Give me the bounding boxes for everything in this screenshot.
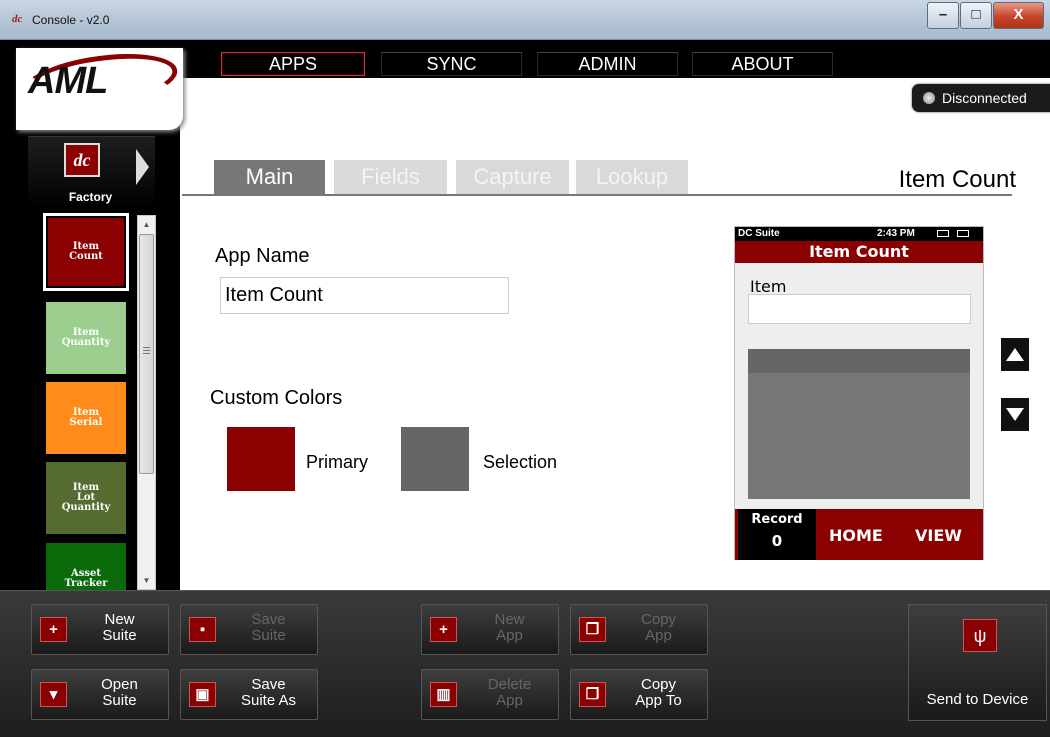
tile-scrollbar[interactable]: ▲ ▼ xyxy=(137,215,156,590)
copy-icon: ❐ xyxy=(579,617,606,642)
app-tile-item-count[interactable]: Item Count xyxy=(43,213,129,291)
delete-app-button[interactable]: ▥ Delete App xyxy=(421,669,559,720)
save-suite-as-label-1: Save xyxy=(251,676,286,693)
nav-sync[interactable]: SYNC xyxy=(381,52,522,76)
device-list-header xyxy=(748,349,970,373)
new-suite-label-1: New xyxy=(104,611,135,628)
new-app-label-2: App xyxy=(496,627,523,644)
floppy-disk-icon: ▪ xyxy=(189,617,216,642)
nav-admin[interactable]: ADMIN xyxy=(537,52,678,76)
selection-color-swatch[interactable] xyxy=(401,427,469,491)
app-tile-item-quantity[interactable]: Item Quantity xyxy=(46,302,126,374)
app-tile-asset-tracker[interactable]: Asset Tracker xyxy=(46,543,126,590)
app-tile-list: Item Count Item Quantity Item Serial Ite… xyxy=(40,212,135,590)
arrow-down-icon xyxy=(1006,408,1024,421)
new-app-label-1: New xyxy=(494,611,525,628)
dc-app-icon: dc xyxy=(12,13,23,25)
app-name-label: App Name xyxy=(215,245,310,267)
new-suite-label-2: Suite xyxy=(102,627,137,644)
tab-underline xyxy=(182,194,1012,196)
move-up-button[interactable] xyxy=(1001,338,1029,371)
device-field-input xyxy=(748,294,971,324)
tab-fields[interactable]: Fields xyxy=(334,160,447,194)
save-suite-label-2: Suite xyxy=(251,627,286,644)
move-down-button[interactable] xyxy=(1001,398,1029,431)
scrollbar-thumb[interactable] xyxy=(139,234,154,474)
plus-icon: + xyxy=(430,617,457,642)
usb-icon: ψ xyxy=(963,619,997,652)
selection-color-label: Selection xyxy=(483,452,558,472)
delete-app-label-1: Delete xyxy=(487,676,532,693)
app-name-input[interactable]: Item Count xyxy=(220,277,509,314)
window-title-bar: dc Console - v2.0 – □ X xyxy=(0,0,1050,40)
connection-status: Disconnected xyxy=(912,84,1050,112)
primary-color-label: Primary xyxy=(306,452,368,472)
send-to-device-button[interactable]: ψ Send to Device xyxy=(908,604,1047,721)
open-suite-label-1: Open xyxy=(101,676,138,693)
tab-main[interactable]: Main xyxy=(214,160,325,194)
maximize-button[interactable]: □ xyxy=(960,2,992,29)
app-tile-item-lot-quantity[interactable]: Item Lot Quantity xyxy=(46,462,126,534)
nav-apps[interactable]: APPS xyxy=(221,52,365,76)
device-record-value: 0 xyxy=(771,532,783,550)
copy-app-to-label-1: Copy xyxy=(640,676,677,693)
device-view-label: VIEW xyxy=(915,526,962,545)
send-to-device-label: Send to Device xyxy=(926,691,1029,708)
battery-icon xyxy=(957,230,969,237)
plus-icon: + xyxy=(40,617,67,642)
minimize-button[interactable]: – xyxy=(927,2,959,29)
open-folder-icon: ▾ xyxy=(40,682,67,707)
copy-app-to-button[interactable]: ❐ Copy App To xyxy=(570,669,708,720)
device-preview: DC Suite 2:43 PM Item Count Item Record … xyxy=(734,226,984,560)
copy-app-label-2: App xyxy=(645,627,672,644)
factory-button[interactable]: dc Factory xyxy=(28,136,155,208)
grip-icon xyxy=(143,347,150,354)
device-record-counter: Record 0 xyxy=(738,509,816,560)
device-status-bar: DC Suite 2:43 PM xyxy=(735,227,983,241)
device-list xyxy=(748,349,970,499)
new-suite-button[interactable]: + New Suite xyxy=(31,604,169,655)
factory-label: Factory xyxy=(68,190,113,204)
device-record-label: Record xyxy=(751,512,803,527)
scroll-up-icon[interactable]: ▲ xyxy=(138,216,155,233)
close-button[interactable]: X xyxy=(993,2,1044,29)
save-suite-label-1: Save xyxy=(251,611,286,628)
device-time: 2:43 PM xyxy=(877,228,915,239)
connection-status-text: Disconnected xyxy=(942,90,1027,106)
save-suite-as-button[interactable]: ▣ Save Suite As xyxy=(180,669,318,720)
status-dot-icon xyxy=(923,92,935,104)
page-title: Item Count xyxy=(898,166,1016,193)
custom-colors-label: Custom Colors xyxy=(210,387,343,409)
open-suite-label-2: Suite xyxy=(102,692,137,709)
device-home-label: HOME xyxy=(829,526,883,545)
device-app-title: Item Count xyxy=(735,241,983,263)
device-bottom-bar: Record 0 HOME VIEW xyxy=(735,509,983,560)
logo-text: AML xyxy=(28,60,108,102)
save-suite-button[interactable]: ▪ Save Suite xyxy=(180,604,318,655)
copy-icon: ❐ xyxy=(579,682,606,707)
window-title: Console - v2.0 xyxy=(32,13,110,27)
device-suite-name: DC Suite xyxy=(738,228,780,239)
delete-app-label-2: App xyxy=(496,692,523,709)
copy-app-to-label-2: App To xyxy=(635,692,682,709)
arrow-up-icon xyxy=(1006,348,1024,361)
copy-app-label-1: Copy xyxy=(640,611,677,628)
primary-color-swatch[interactable] xyxy=(227,427,295,491)
save-as-icon: ▣ xyxy=(189,682,216,707)
keyboard-icon xyxy=(937,230,949,237)
chevron-right-icon[interactable] xyxy=(136,149,149,185)
save-suite-as-label-2: Suite As xyxy=(240,692,297,709)
dc-logo-icon: dc xyxy=(64,143,100,177)
nav-about[interactable]: ABOUT xyxy=(692,52,833,76)
copy-app-button[interactable]: ❐ Copy App xyxy=(570,604,708,655)
aml-logo: AML xyxy=(16,45,183,130)
tab-lookup[interactable]: Lookup xyxy=(576,160,688,194)
trash-icon: ▥ xyxy=(430,682,457,707)
tab-capture[interactable]: Capture xyxy=(456,160,569,194)
scroll-down-icon[interactable]: ▼ xyxy=(138,572,155,589)
open-suite-button[interactable]: ▾ Open Suite xyxy=(31,669,169,720)
new-app-button[interactable]: + New App xyxy=(421,604,559,655)
app-tile-item-serial[interactable]: Item Serial xyxy=(46,382,126,454)
